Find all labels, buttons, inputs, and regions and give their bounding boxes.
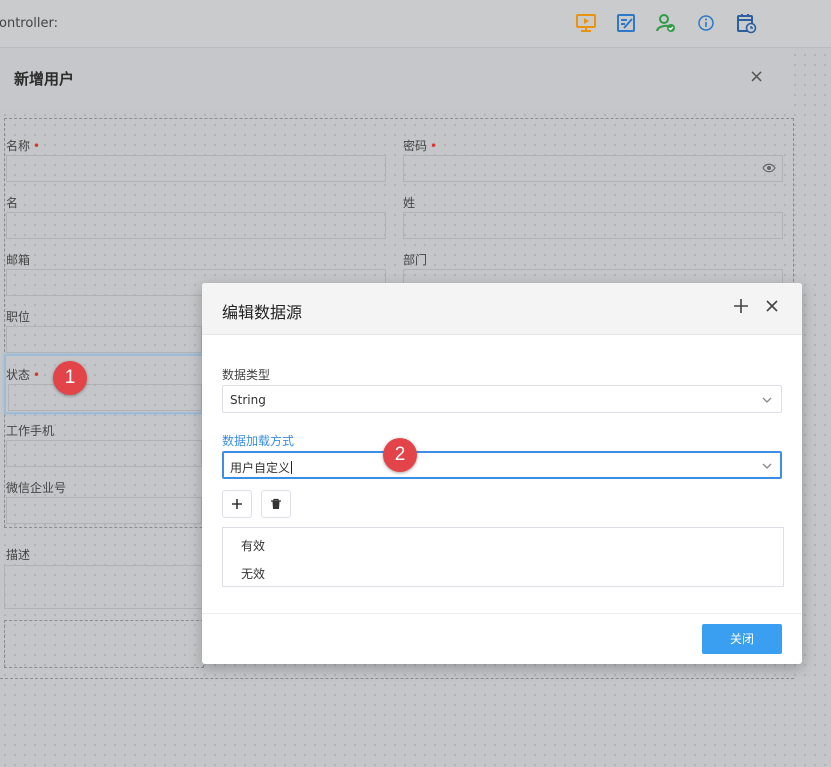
modal-footer (202, 613, 802, 614)
annotation-badge-1: 1 (53, 361, 87, 395)
description-field[interactable] (4, 565, 204, 609)
close-icon[interactable]: × (749, 67, 764, 87)
work-phone-field[interactable] (6, 440, 202, 467)
trash-icon (271, 498, 281, 509)
required-mark: • (33, 368, 41, 382)
plus-icon[interactable] (732, 297, 750, 315)
close-button[interactable]: 关闭 (702, 624, 782, 654)
calendar-clock-icon[interactable] (735, 12, 757, 34)
data-type-label: 数据类型 (222, 368, 271, 382)
wechat-field[interactable] (6, 497, 202, 524)
edit-icon[interactable] (615, 12, 637, 34)
first-name-field[interactable] (6, 212, 386, 239)
list-item[interactable]: 无效 (241, 565, 265, 582)
edit-datasource-modal: 编辑数据源 数据类型 String 数据加载方式 用户自定义 有效 无效 关闭 (202, 283, 802, 664)
password-field[interactable] (403, 155, 783, 182)
delete-item-button[interactable] (261, 490, 291, 518)
data-type-value: String (230, 393, 266, 407)
controller-label: ontroller: (0, 16, 59, 31)
user-check-icon[interactable] (655, 12, 677, 34)
load-mode-value: 用户自定义 (230, 461, 291, 475)
status-field[interactable] (8, 384, 202, 411)
required-mark: • (430, 139, 438, 153)
status-label: 状态 • (6, 368, 41, 382)
modal-title: 编辑数据源 (222, 303, 303, 322)
modal-header: 编辑数据源 (202, 283, 802, 335)
plus-icon (232, 499, 242, 509)
info-icon[interactable] (695, 12, 717, 34)
name-field[interactable] (6, 155, 386, 182)
chevron-down-icon (762, 463, 772, 469)
name-label: 名称 • (6, 139, 41, 153)
wechat-label: 微信企业号 (6, 481, 67, 495)
load-mode-label: 数据加载方式 (222, 434, 295, 448)
load-mode-select[interactable]: 用户自定义 (222, 451, 782, 479)
position-label: 职位 (6, 310, 31, 324)
monitor-play-icon[interactable] (575, 12, 597, 34)
password-label: 密码 • (403, 139, 438, 153)
required-mark: • (33, 139, 41, 153)
data-type-select[interactable]: String (222, 385, 782, 413)
annotation-badge-2: 2 (383, 438, 417, 472)
top-toolbar: ontroller: (0, 0, 831, 48)
list-item[interactable]: 有效 (241, 537, 265, 554)
close-icon[interactable] (764, 298, 780, 314)
dialog-title: 新增用户 (14, 70, 75, 88)
dialog-header: 新增用户 × (0, 49, 794, 107)
text-cursor (291, 461, 293, 474)
department-label: 部门 (403, 253, 428, 267)
form-footer-area (4, 620, 204, 668)
work-phone-label: 工作手机 (6, 424, 55, 438)
description-label: 描述 (6, 548, 31, 562)
dialog-bottom-border (0, 678, 794, 679)
position-field[interactable] (6, 326, 202, 353)
last-name-label: 姓 (403, 196, 416, 210)
eye-icon[interactable] (762, 163, 776, 173)
last-name-field[interactable] (403, 212, 783, 239)
chevron-down-icon (762, 397, 772, 403)
first-name-label: 名 (6, 196, 19, 210)
add-item-button[interactable] (222, 490, 252, 518)
email-label: 邮箱 (6, 253, 31, 267)
value-list: 有效 无效 (222, 527, 784, 587)
